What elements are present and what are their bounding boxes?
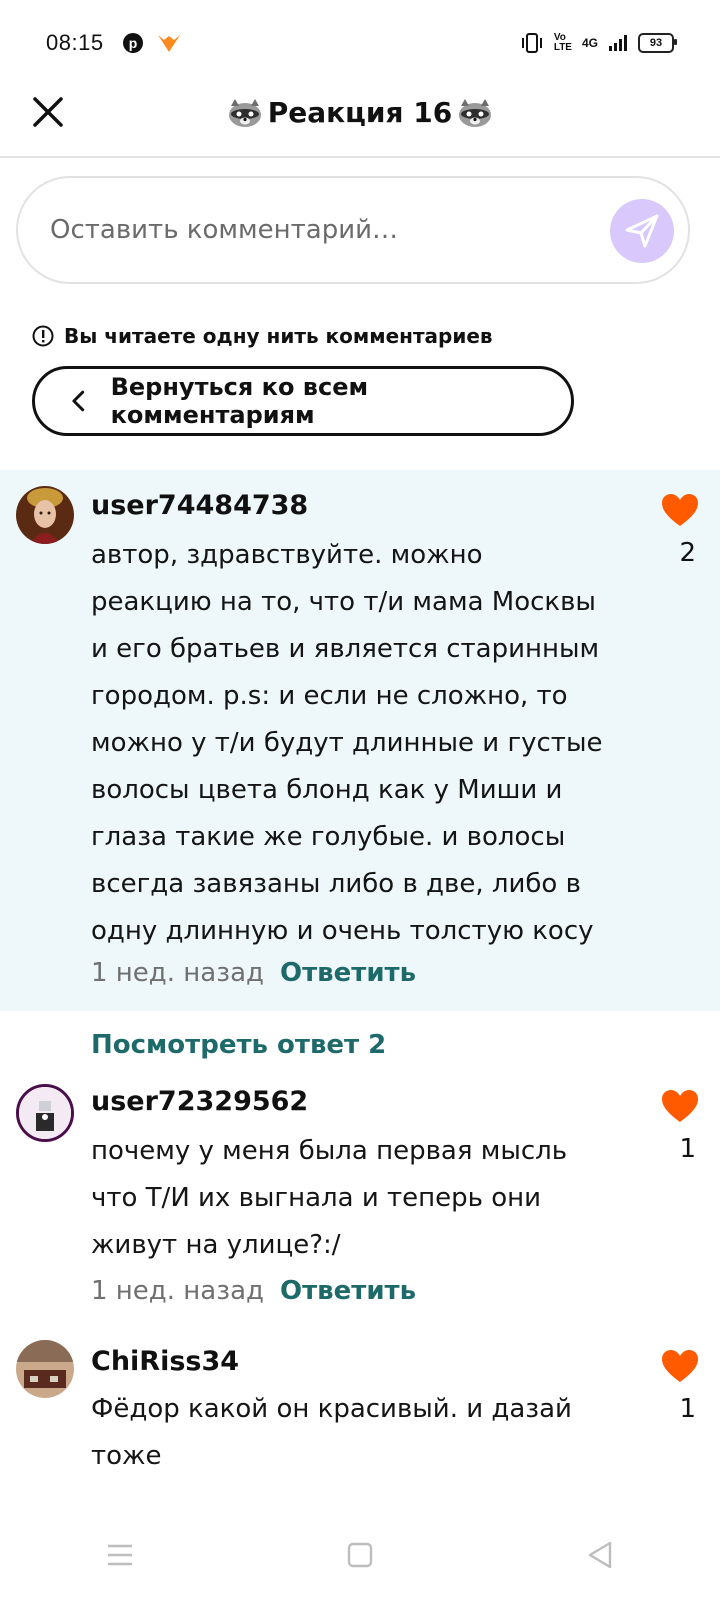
heart-icon (662, 1350, 698, 1382)
comment-time: 1 нед. назад (91, 1276, 264, 1306)
vibrate-icon (521, 33, 542, 53)
comment-compose-box (16, 176, 690, 284)
thread-notice-text: Вы читаете одну нить комментариев (64, 324, 493, 348)
raccoon-icon (459, 98, 492, 127)
nav-home-button[interactable] (330, 1525, 390, 1585)
svg-text:p: p (128, 35, 137, 51)
comment-username[interactable]: ChiRiss34 (91, 1346, 239, 1377)
comment-item: ChiRiss34 Фёдор какой он красивый. и даз… (0, 1340, 720, 1490)
volte-icon: Vo LTE (553, 32, 572, 53)
reply-button[interactable]: Ответить (280, 1276, 416, 1306)
comment-text: почему у меня была первая мысль что Т/И … (91, 1136, 568, 1260)
back-to-all-comments-button[interactable]: Вернуться ко всем комментариям (32, 366, 574, 436)
comment-input[interactable] (48, 214, 592, 246)
network-label: 4G (581, 36, 598, 50)
system-nav-bar (0, 1510, 720, 1600)
page-title-wrap: Реакция 16 (0, 96, 720, 129)
comment-meta: 1 нед. назад Ответить (91, 958, 416, 988)
comment-text: автор, здравствуйте. можно реакцию на то… (91, 540, 603, 946)
battery-level: 93 (649, 37, 663, 49)
status-app-icons: p (122, 32, 182, 54)
chevron-left-icon (72, 390, 85, 412)
back-button-label: Вернуться ко всем комментариям (110, 373, 369, 429)
like-count: 1 (679, 1134, 696, 1164)
status-bar: 08:15 p Vo LTE 4G 93 (0, 0, 720, 86)
avatar[interactable] (16, 1084, 74, 1142)
nav-back-button[interactable] (570, 1525, 630, 1585)
signal-icon (609, 35, 627, 51)
like-count: 1 (679, 1394, 696, 1424)
pinterest-icon: p (122, 33, 143, 53)
comment-username[interactable]: user74484738 (91, 490, 308, 521)
comment-item: user72329562 почему у меня была первая м… (0, 1080, 720, 1320)
avatar[interactable] (16, 486, 74, 544)
send-icon (625, 214, 659, 248)
heart-icon (662, 1090, 698, 1122)
menu-icon (108, 1544, 132, 1566)
comment-meta: 1 нед. назад Ответить (91, 1276, 416, 1306)
comment-item: user74484738 автор, здравствуйте. можно … (0, 470, 720, 1011)
like-count: 2 (679, 538, 696, 568)
avatar[interactable] (16, 1340, 74, 1398)
comment-text: Фёдор какой он красивый. и дазай тоже (91, 1394, 572, 1471)
like-button[interactable] (660, 1348, 700, 1384)
like-button[interactable] (660, 1088, 700, 1124)
battery-icon: 93 (638, 33, 677, 53)
thread-notice: Вы читаете одну нить комментариев (32, 324, 493, 348)
comment-username[interactable]: user72329562 (91, 1086, 308, 1117)
info-icon (32, 325, 54, 347)
heart-icon (662, 494, 698, 526)
back-triangle-icon (588, 1541, 612, 1569)
reply-button[interactable]: Ответить (280, 958, 416, 988)
send-button[interactable] (610, 199, 674, 263)
like-button[interactable] (660, 492, 700, 528)
nav-menu-button[interactable] (90, 1525, 150, 1585)
home-square-icon (347, 1542, 373, 1568)
header: Реакция 16 (0, 86, 720, 158)
vpn-fox-icon (157, 35, 180, 52)
status-time: 08:15 (46, 30, 104, 55)
view-replies-link[interactable]: Посмотреть ответ 2 (91, 1030, 386, 1060)
page-title: Реакция 16 (267, 96, 453, 129)
raccoon-icon (228, 98, 261, 127)
comment-time: 1 нед. назад (91, 958, 264, 988)
status-right-icons: Vo LTE 4G 93 (520, 32, 677, 54)
